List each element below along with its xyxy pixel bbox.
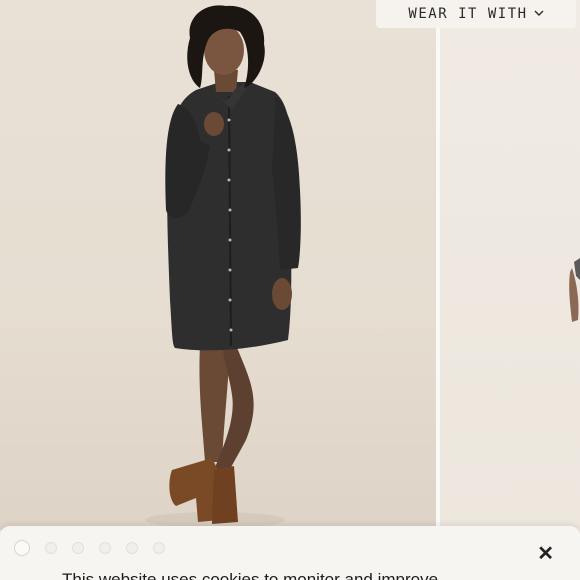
wear-it-with-button[interactable]: WEAR IT WITH: [376, 0, 576, 28]
carousel-dot[interactable]: [99, 542, 111, 554]
wear-it-with-label: WEAR IT WITH: [408, 6, 528, 22]
hand-right: [272, 278, 292, 310]
cookie-message: This website uses cookies to monitor and…: [62, 570, 439, 580]
next-slide-peek: [569, 258, 580, 322]
carousel-dot[interactable]: [72, 542, 84, 554]
sleeve-peek: [574, 258, 580, 280]
boot-right: [212, 466, 238, 524]
carousel-dot[interactable]: [45, 542, 57, 554]
carousel-dot[interactable]: [153, 542, 165, 554]
hand-left: [204, 112, 224, 136]
product-photo-main[interactable]: [0, 0, 436, 530]
cookie-banner: ✕ This website uses cookies to monitor a…: [0, 526, 580, 580]
carousel-pagination: [14, 540, 165, 556]
carousel-dot[interactable]: [126, 542, 138, 554]
model-illustration: [145, 5, 301, 528]
product-image-carousel[interactable]: [0, 0, 580, 580]
chevron-down-icon: [534, 7, 544, 20]
product-photo-next[interactable]: [440, 0, 580, 530]
carousel-dot[interactable]: [14, 540, 30, 556]
close-icon[interactable]: ✕: [537, 544, 554, 564]
